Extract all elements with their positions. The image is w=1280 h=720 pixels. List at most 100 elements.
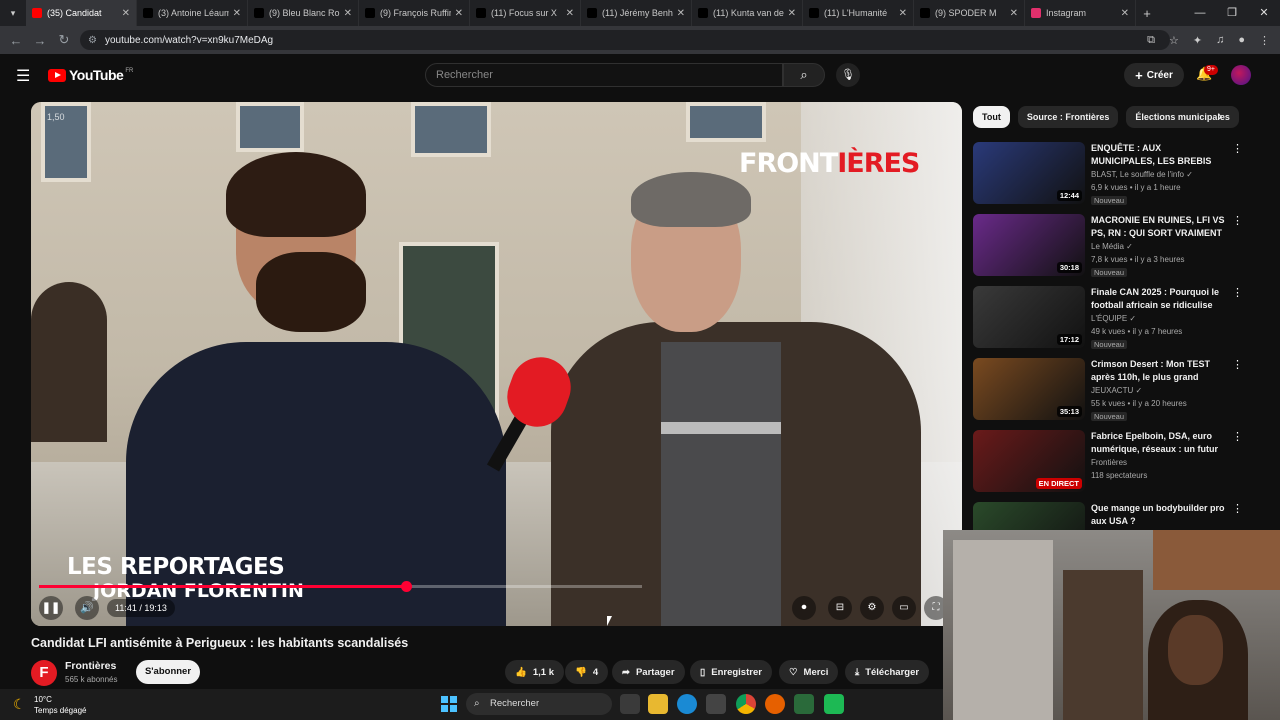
recommendation-thumbnail[interactable]: 17:12 [973,286,1085,348]
autoplay-toggle-icon[interactable]: ⏺ [792,596,816,620]
browser-tab[interactable]: (11) Jérémy Benhamou ✕ [581,0,692,26]
account-avatar[interactable] [1231,65,1251,85]
filter-chip[interactable]: Source : Frontières [1017,106,1119,128]
reload-icon[interactable]: ↻ [52,32,76,48]
heart-dollar-icon: ♡ [789,666,798,678]
recommendation-title[interactable]: Finale CAN 2025 : Pourquoi le football a… [1091,286,1226,311]
create-button[interactable]: + Créer [1124,63,1184,87]
more-actions-icon[interactable]: ⋮ [1232,502,1243,515]
recommendation-item[interactable]: 17:12 Finale CAN 2025 : Pourquoi le footb… [973,286,1253,352]
back-icon[interactable]: ← [4,33,28,48]
recommendation-item[interactable]: 30:18 MACRONIE EN RUINES, LFI VS PS, RN :… [973,214,1253,280]
app-icon[interactable] [794,694,814,714]
weather-widget[interactable]: 10°C Temps dégagé [34,694,86,716]
task-view-icon[interactable] [620,694,640,714]
video-player[interactable]: FRONTIÈRES 1,50 LES REPORTAGES JORDAN FL… [31,102,962,626]
windows-start-icon[interactable] [441,696,457,712]
browser-tab[interactable]: (11) Kunta van de ✕ [692,0,803,26]
filter-chip[interactable]: Tout [973,106,1010,128]
progress-bar[interactable] [39,581,642,592]
more-actions-icon[interactable]: ⋮ [1232,358,1243,371]
profile-icon[interactable]: ● [1238,34,1245,46]
tab-close-icon[interactable]: ✕ [566,8,574,19]
search-input[interactable]: Rechercher [425,63,783,87]
theater-mode-icon[interactable]: ▭ [892,596,916,620]
minimize-icon[interactable]: — [1184,0,1216,26]
browser-tab[interactable]: (9) SPODER M ✕ [914,0,1025,26]
subtitles-icon[interactable]: ⊟ [828,596,852,620]
save-button[interactable]: ▯ Enregistrer [690,660,772,684]
edge-icon[interactable] [677,694,697,714]
recommendation-title[interactable]: Crimson Desert : Mon TEST après 110h, le… [1091,358,1226,384]
recommendation-item[interactable]: EN DIRECT Fabrice Epelboin, DSA, euro num… [973,430,1253,496]
browser-tab[interactable]: (35) Candidat ✕ [26,0,137,26]
more-actions-icon[interactable]: ⋮ [1232,214,1243,227]
recommendation-thumbnail[interactable]: EN DIRECT [973,430,1085,492]
app-icon[interactable] [824,694,844,714]
install-icon[interactable]: ⧉ [1147,34,1155,47]
tab-close-icon[interactable]: ✕ [1121,8,1129,19]
channel-avatar[interactable]: F [31,660,57,686]
youtube-logo[interactable]: YouTube FR [48,67,133,83]
filter-chip[interactable]: Élections municipales [1126,106,1239,128]
download-button[interactable]: ⤓ Télécharger [845,660,930,684]
browser-tab[interactable]: (11) L'Humanité ✕ [803,0,914,26]
recommendation-title[interactable]: MACRONIE EN RUINES, LFI VS PS, RN : QUI … [1091,214,1226,240]
subscribe-button[interactable]: S'abonner [136,660,200,684]
voice-search-icon[interactable]: 🎙 [836,63,860,87]
browser-menu-icon[interactable]: ⋮ [1259,34,1270,47]
close-window-icon[interactable]: ✕ [1248,0,1280,26]
pause-icon[interactable]: ❚❚ [39,596,63,620]
tab-close-icon[interactable]: ✕ [455,8,463,19]
media-icon[interactable]: ♫ [1216,34,1224,46]
channel-name[interactable]: Frontières [65,660,116,672]
settings-gear-icon[interactable]: ⚙ [860,596,884,620]
moon-weather-icon[interactable]: ☾ [13,696,26,713]
tab-close-icon[interactable]: ✕ [788,8,796,19]
bookmark-star-icon[interactable]: ☆ [1169,34,1179,47]
tab-close-icon[interactable]: ✕ [677,8,685,19]
browser-tab[interactable]: Instagram ✕ [1025,0,1136,26]
thanks-button[interactable]: ♡ Merci [779,660,839,684]
restore-icon[interactable]: ❐ [1216,0,1248,26]
tab-close-icon[interactable]: ✕ [233,8,241,19]
tab-search-icon[interactable]: ▾ [0,0,26,26]
scrubber-handle[interactable] [400,581,412,592]
tab-close-icon[interactable]: ✕ [122,8,130,19]
like-button[interactable]: 👍 1,1 k [505,660,564,684]
firefox-icon[interactable] [765,694,785,714]
browser-tab[interactable]: (11) Focus sur X ✕ [470,0,581,26]
more-actions-icon[interactable]: ⋮ [1232,142,1243,155]
recommendation-item[interactable]: 12:44 ENQUÊTE : AUX MUNICIPALES, LES BREB… [973,142,1253,208]
search-button[interactable]: ⌕ [783,63,825,87]
recommendation-title[interactable]: Fabrice Epelboin, DSA, euro numérique, r… [1091,430,1226,456]
file-explorer-icon[interactable] [648,694,668,714]
dislike-button[interactable]: 👎 4 [565,660,609,684]
recommendation-title[interactable]: Que mange un bodybuilder pro aux USA ? [1091,502,1226,527]
more-actions-icon[interactable]: ⋮ [1232,430,1243,443]
browser-tab[interactable]: (9) François Ruffin ✕ [359,0,470,26]
recommendation-thumbnail[interactable]: 35:13 [973,358,1085,420]
browser-tab[interactable]: (9) Bleu Blanc Rouge ✕ [248,0,359,26]
tab-close-icon[interactable]: ✕ [1010,8,1018,19]
recommendation-thumbnail[interactable]: 30:18 [973,214,1085,276]
recommendation-title[interactable]: ENQUÊTE : AUX MUNICIPALES, LES BREBIS GA… [1091,142,1226,168]
more-actions-icon[interactable]: ⋮ [1232,286,1243,299]
chrome-icon[interactable] [736,694,756,714]
forward-icon[interactable]: → [28,33,52,48]
new-tab-icon[interactable]: + [1136,6,1158,21]
chevron-right-icon[interactable]: › [1218,109,1222,123]
store-icon[interactable] [706,694,726,714]
taskbar-search[interactable]: ⌕ Rechercher [466,693,612,715]
share-button[interactable]: ➦ Partager [612,660,685,684]
site-info-icon[interactable]: ⚙ [88,35,97,46]
extensions-icon[interactable]: ✦ [1193,34,1202,47]
volume-icon[interactable]: 🔊 [75,596,99,620]
recommendation-thumbnail[interactable]: 12:44 [973,142,1085,204]
recommendation-item[interactable]: 35:13 Crimson Desert : Mon TEST après 110… [973,358,1253,424]
menu-icon[interactable]: ☰ [16,66,30,86]
url-field[interactable]: ⚙ youtube.com/watch?v=xn9ku7MeDAg [80,30,1170,50]
tab-close-icon[interactable]: ✕ [344,8,352,19]
tab-close-icon[interactable]: ✕ [899,8,907,19]
browser-tab[interactable]: (3) Antoine Léaument ✕ [137,0,248,26]
